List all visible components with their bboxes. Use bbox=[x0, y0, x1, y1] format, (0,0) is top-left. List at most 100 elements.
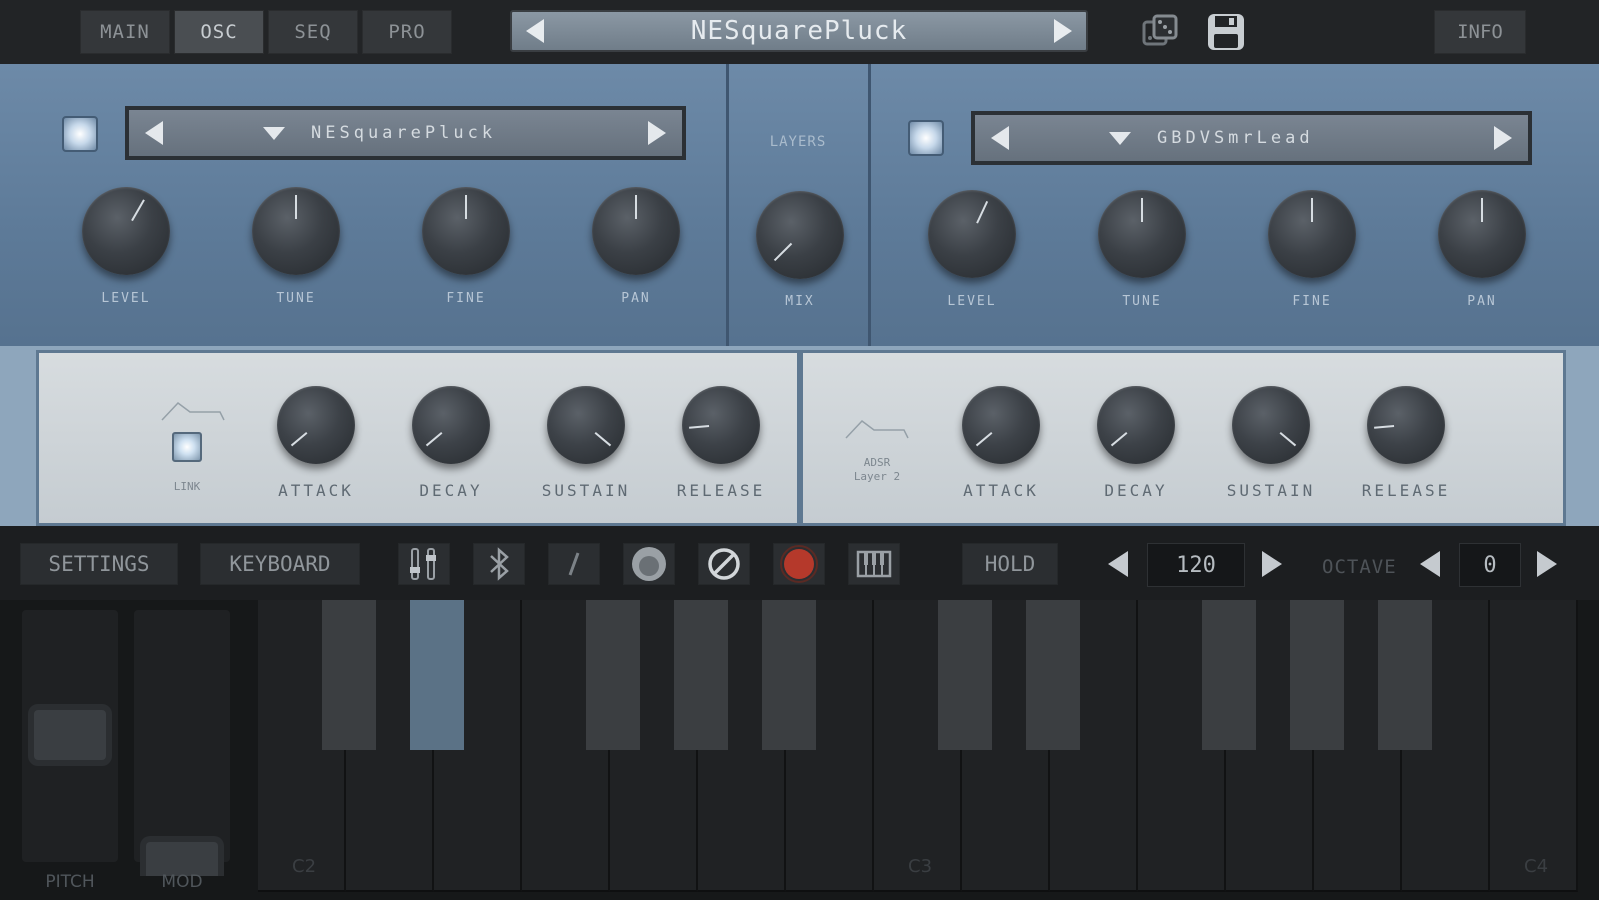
octave-up-button[interactable] bbox=[1537, 551, 1557, 577]
octave-down-button[interactable] bbox=[1420, 551, 1440, 577]
mod-label: MOD bbox=[161, 872, 203, 892]
layer2-fine-label: FINE bbox=[1292, 294, 1332, 309]
pitch-label: PITCH bbox=[45, 872, 95, 892]
note-label-c2: C2 bbox=[292, 856, 317, 877]
layer2-next-wave-button[interactable] bbox=[1494, 126, 1512, 150]
layer1-attack-label: ATTACK bbox=[278, 481, 354, 500]
black-key[interactable] bbox=[1290, 600, 1344, 750]
layer2-attack-knob[interactable] bbox=[962, 386, 1040, 464]
preset-next-button[interactable] bbox=[1054, 19, 1072, 43]
layer1-decay-knob[interactable] bbox=[412, 386, 490, 464]
tab-seq[interactable]: SEQ bbox=[268, 10, 358, 54]
layer2-level-knob[interactable] bbox=[928, 190, 1016, 278]
preset-name[interactable]: NESquarePluck bbox=[691, 16, 908, 46]
black-key[interactable] bbox=[762, 600, 816, 750]
record-knob-icon[interactable] bbox=[623, 543, 675, 585]
mixer-icon[interactable] bbox=[398, 543, 450, 585]
layer2-tune-knob[interactable] bbox=[1098, 190, 1186, 278]
tab-pro[interactable]: PRO bbox=[362, 10, 452, 54]
chevron-down-icon[interactable] bbox=[263, 126, 285, 140]
mix-label: MIX bbox=[785, 294, 815, 309]
black-key[interactable] bbox=[938, 600, 992, 750]
tab-osc[interactable]: OSC bbox=[174, 10, 264, 54]
black-key[interactable] bbox=[1202, 600, 1256, 750]
adsr-layer-name: Layer 2 bbox=[853, 470, 901, 483]
black-key[interactable] bbox=[586, 600, 640, 750]
note-label-c4: C4 bbox=[1524, 856, 1549, 877]
pitch-wheel[interactable] bbox=[22, 610, 118, 862]
layers-mix-knob[interactable] bbox=[756, 191, 844, 279]
tempo-increase-button[interactable] bbox=[1262, 551, 1282, 577]
settings-button[interactable]: SETTINGS bbox=[20, 543, 178, 585]
layer2-level-label: LEVEL bbox=[947, 294, 997, 309]
black-key[interactable] bbox=[322, 600, 376, 750]
black-key[interactable] bbox=[1026, 600, 1080, 750]
layer1-release-label: RELEASE bbox=[676, 481, 766, 500]
layer1-level-label: LEVEL bbox=[101, 291, 151, 306]
layer1-pan-knob[interactable] bbox=[592, 187, 680, 275]
layers-label: LAYERS bbox=[769, 134, 827, 150]
tempo-decrease-button[interactable] bbox=[1108, 551, 1128, 577]
tab-main[interactable]: MAIN bbox=[80, 10, 170, 54]
layer1-fine-knob[interactable] bbox=[422, 187, 510, 275]
mod-wheel[interactable] bbox=[134, 610, 230, 876]
dice-icon[interactable] bbox=[1141, 14, 1179, 50]
record-icon[interactable] bbox=[773, 543, 825, 585]
black-key[interactable] bbox=[674, 600, 728, 750]
cancel-icon[interactable] bbox=[698, 543, 750, 585]
layer2-release-knob[interactable] bbox=[1367, 386, 1445, 464]
preset-selector: NESquarePluck bbox=[510, 10, 1088, 52]
layer2-pan-label: PAN bbox=[1467, 294, 1497, 309]
divider bbox=[868, 64, 871, 346]
layer1-tune-knob[interactable] bbox=[252, 187, 340, 275]
chevron-down-icon[interactable] bbox=[1109, 131, 1131, 145]
info-button[interactable]: INFO bbox=[1434, 10, 1526, 54]
layer2-sustain-knob[interactable] bbox=[1232, 386, 1310, 464]
layer1-enable-toggle[interactable] bbox=[62, 116, 98, 152]
layer1-sustain-label: SUSTAIN bbox=[541, 481, 631, 500]
pitch-wheel-thumb[interactable] bbox=[28, 704, 112, 766]
piano-icon[interactable] bbox=[848, 543, 900, 585]
layer1-attack-knob[interactable] bbox=[277, 386, 355, 464]
octave-label: OCTAVE bbox=[1322, 556, 1397, 578]
layer1-decay-label: DECAY bbox=[419, 481, 483, 500]
pencil-icon[interactable] bbox=[548, 543, 600, 585]
layer2-tune-label: TUNE bbox=[1122, 294, 1162, 309]
layer1-level-knob[interactable] bbox=[82, 187, 170, 275]
link-label: LINK bbox=[173, 480, 201, 493]
layer2-fine-knob[interactable] bbox=[1268, 190, 1356, 278]
layer1-wave-selector[interactable]: NESquarePluck bbox=[125, 106, 686, 160]
black-key-pressed[interactable] bbox=[410, 600, 464, 750]
layer2-enable-toggle[interactable] bbox=[908, 120, 944, 156]
layer1-prev-wave-button[interactable] bbox=[145, 121, 163, 145]
layer1-pan-label: PAN bbox=[621, 291, 651, 306]
adsr-title: ADSR bbox=[863, 456, 891, 469]
tempo-value[interactable]: 120 bbox=[1147, 543, 1245, 587]
layer1-tune-label: TUNE bbox=[276, 291, 316, 306]
floppy-disk-icon[interactable] bbox=[1206, 12, 1246, 52]
link-toggle[interactable] bbox=[172, 432, 202, 462]
preset-prev-button[interactable] bbox=[526, 19, 544, 43]
layer2-decay-label: DECAY bbox=[1104, 481, 1168, 500]
layer1-release-knob[interactable] bbox=[682, 386, 760, 464]
white-key[interactable] bbox=[1490, 600, 1578, 892]
mod-wheel-thumb[interactable] bbox=[140, 836, 224, 876]
layer2-decay-knob[interactable] bbox=[1097, 386, 1175, 464]
layer2-attack-label: ATTACK bbox=[963, 481, 1039, 500]
hold-button[interactable]: HOLD bbox=[962, 543, 1058, 585]
layer2-sustain-label: SUSTAIN bbox=[1226, 481, 1316, 500]
layer1-next-wave-button[interactable] bbox=[648, 121, 666, 145]
layer2-prev-wave-button[interactable] bbox=[991, 126, 1009, 150]
black-key[interactable] bbox=[1378, 600, 1432, 750]
octave-value[interactable]: 0 bbox=[1459, 543, 1521, 587]
bluetooth-icon[interactable] bbox=[473, 543, 525, 585]
keyboard-button[interactable]: KEYBOARD bbox=[200, 543, 360, 585]
layer2-release-label: RELEASE bbox=[1361, 481, 1451, 500]
layer1-sustain-knob[interactable] bbox=[547, 386, 625, 464]
layer2-wave-name: GBDVSmrLead bbox=[1157, 128, 1314, 148]
adsr-layer2-label: ADSR Layer 2 bbox=[836, 456, 918, 484]
layer2-pan-knob[interactable] bbox=[1438, 190, 1526, 278]
layer1-wave-name: NESquarePluck bbox=[311, 123, 497, 143]
layer2-wave-selector[interactable]: GBDVSmrLead bbox=[971, 111, 1532, 165]
layer1-fine-label: FINE bbox=[446, 291, 486, 306]
